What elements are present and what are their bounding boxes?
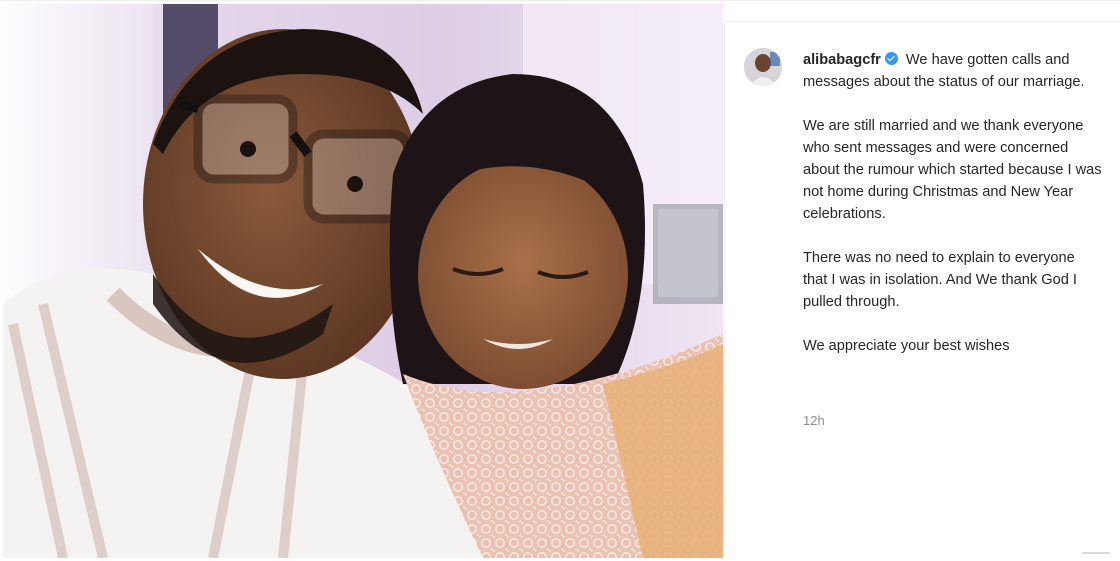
caption-paragraph: We appreciate your best wishes xyxy=(803,338,1010,354)
instagram-post: alibabagcfr We have gotten calls and mes… xyxy=(0,0,1120,561)
post-photo[interactable] xyxy=(3,4,723,558)
caption-first-paragraph: alibabagcfr We have gotten calls and mes… xyxy=(803,49,1103,93)
caption-paragraph: We are still married and we thank everyo… xyxy=(803,118,1102,222)
post-timestamp[interactable]: 12h xyxy=(803,413,825,428)
post-caption: alibabagcfr We have gotten calls and mes… xyxy=(803,49,1103,379)
corner-divider xyxy=(1082,552,1110,554)
username-link[interactable]: alibabagcfr xyxy=(803,52,881,68)
avatar-image xyxy=(744,48,782,86)
user-avatar[interactable] xyxy=(744,48,782,86)
verified-badge-icon xyxy=(884,52,898,65)
caption-paragraph: There was no need to explain to everyone… xyxy=(803,250,1077,310)
